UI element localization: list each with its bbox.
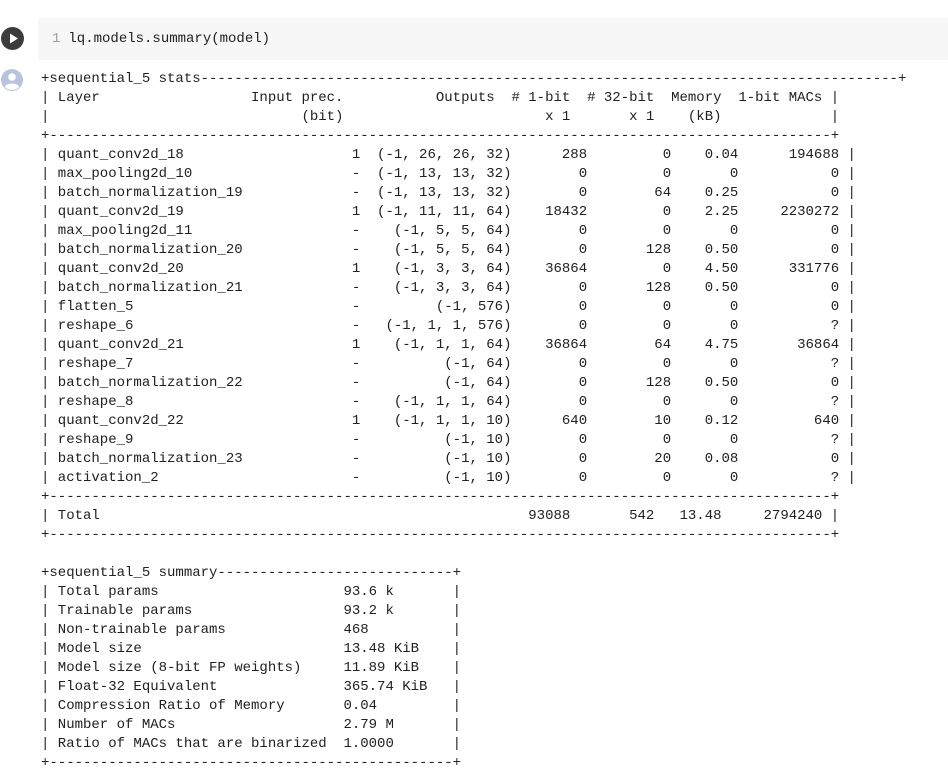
stats-footer: +---------------------------------------… (41, 527, 840, 543)
line-number: 1 (52, 31, 61, 47)
stats-total-row: | Total 93088 542 13.48 2794240 | (41, 508, 840, 524)
stats-row: | activation_2 - (-1, 10) 0 0 0 ? | (41, 470, 856, 486)
stats-row: | max_pooling2d_10 - (-1, 13, 13, 32) 0 … (41, 166, 856, 182)
stats-column-headers: | Layer Input prec. Outputs # 1-bit # 32… (41, 90, 840, 106)
stats-row: | flatten_5 - (-1, 576) 0 0 0 0 | (41, 299, 856, 315)
stats-row: | reshape_9 - (-1, 10) 0 0 0 ? | (41, 432, 856, 448)
run-cell-button[interactable] (1, 27, 24, 50)
stats-row: | batch_normalization_22 - (-1, 64) 0 12… (41, 375, 856, 391)
stats-row: | batch_normalization_23 - (-1, 10) 0 20… (41, 451, 856, 467)
summary-row: | Total params 93.6 k | (41, 584, 462, 600)
cell-output: +sequential_5 stats---------------------… (41, 70, 906, 773)
summary-header: +sequential_5 summary-------------------… (41, 565, 462, 581)
code-editor[interactable]: 1 lq.models.summary(model) (38, 18, 948, 60)
summary-row: | Number of MACs 2.79 M | (41, 717, 462, 733)
stats-row: | quant_conv2d_22 1 (-1, 1, 1, 10) 640 1… (41, 413, 856, 429)
stats-row: | quant_conv2d_19 1 (-1, 11, 11, 64) 184… (41, 204, 856, 220)
summary-row: | Trainable params 93.2 k | (41, 603, 462, 619)
stats-row: | quant_conv2d_18 1 (-1, 26, 26, 32) 288… (41, 147, 856, 163)
stats-row: | reshape_6 - (-1, 1, 1, 576) 0 0 0 ? | (41, 318, 856, 334)
code-cell[interactable]: 1 lq.models.summary(model) (0, 0, 948, 62)
stats-row: | max_pooling2d_11 - (-1, 5, 5, 64) 0 0 … (41, 223, 856, 239)
summary-row: | Model size 13.48 KiB | (41, 641, 462, 657)
stats-row: | batch_normalization_19 - (-1, 13, 13, … (41, 185, 856, 201)
summary-row: | Ratio of MACs that are binarized 1.000… (41, 736, 462, 752)
stats-row: | batch_normalization_21 - (-1, 3, 3, 64… (41, 280, 856, 296)
summary-row: | Model size (8-bit FP weights) 11.89 Ki… (41, 660, 462, 676)
stats-row: | reshape_8 - (-1, 1, 1, 64) 0 0 0 ? | (41, 394, 856, 410)
play-icon (10, 33, 18, 44)
summary-row: | Float-32 Equivalent 365.74 KiB | (41, 679, 462, 695)
summary-row: | Compression Ratio of Memory 0.04 | (41, 698, 462, 714)
code-text: lq.models.summary(model) (68, 31, 271, 47)
summary-footer: +---------------------------------------… (41, 755, 462, 771)
stats-column-units: | (bit) x 1 x 1 (kB) | (41, 109, 840, 125)
output-user-icon (1, 69, 23, 91)
stats-row: | quant_conv2d_20 1 (-1, 3, 3, 64) 36864… (41, 261, 856, 277)
summary-row: | Non-trainable params 468 | (41, 622, 462, 638)
stats-separator: +---------------------------------------… (41, 128, 840, 144)
stats-row: | reshape_7 - (-1, 64) 0 0 0 ? | (41, 356, 856, 372)
stats-separator: +---------------------------------------… (41, 489, 840, 505)
stats-row: | batch_normalization_20 - (-1, 5, 5, 64… (41, 242, 856, 258)
stats-header: +sequential_5 stats---------------------… (41, 71, 907, 87)
code-line: 1 lq.models.summary(model) (52, 30, 270, 48)
stats-row: | quant_conv2d_21 1 (-1, 1, 1, 64) 36864… (41, 337, 856, 353)
